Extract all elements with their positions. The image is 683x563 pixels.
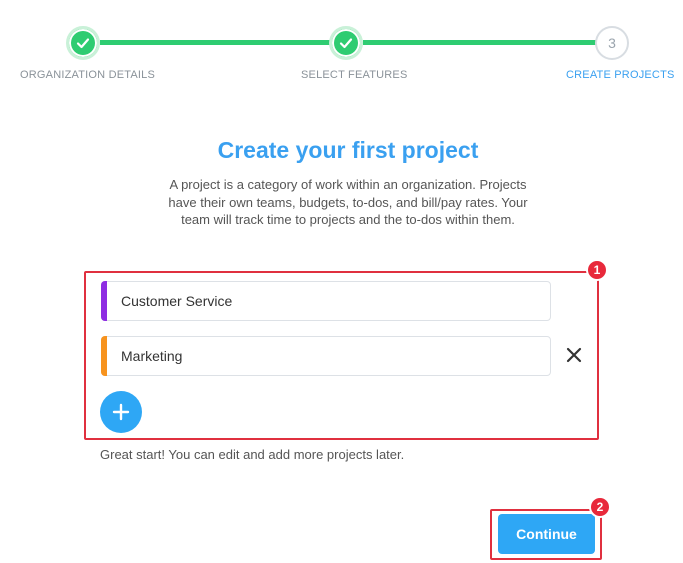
annotation-badge: 1: [586, 259, 608, 281]
project-input-row[interactable]: Customer Service: [101, 281, 551, 321]
step-1-complete: [66, 26, 100, 60]
step-label-create-projects: CREATE PROJECTS: [566, 69, 675, 81]
step-2-complete: [329, 26, 363, 60]
step-connector: [363, 40, 596, 45]
plus-icon: [112, 403, 130, 421]
helper-text: Great start! You can edit and add more p…: [100, 447, 405, 462]
step-connector: [100, 40, 332, 45]
step-label-select-features: SELECT FEATURES: [301, 69, 408, 81]
step-number: 3: [608, 35, 616, 51]
continue-button[interactable]: Continue: [498, 514, 595, 554]
project-input-row[interactable]: Marketing: [101, 336, 551, 376]
project-name-field[interactable]: Customer Service: [121, 293, 232, 309]
projects-list-highlight: Customer Service Marketing: [84, 271, 599, 440]
close-icon[interactable]: [565, 346, 583, 364]
annotation-badge: 2: [589, 496, 611, 518]
step-label-organization-details: ORGANIZATION DETAILS: [20, 69, 155, 81]
progress-stepper: 3 ORGANIZATION DETAILS SELECT FEATURES C…: [0, 0, 683, 90]
check-icon: [339, 38, 353, 49]
project-color-indicator: [101, 281, 107, 321]
step-3-current: 3: [595, 26, 629, 60]
page-title: Create your first project: [217, 137, 479, 163]
project-name-field[interactable]: Marketing: [121, 348, 182, 364]
project-color-indicator: [101, 336, 107, 376]
page-description: A project is a category of work within a…: [168, 177, 528, 227]
check-icon: [76, 38, 90, 49]
add-project-button[interactable]: [100, 391, 142, 433]
